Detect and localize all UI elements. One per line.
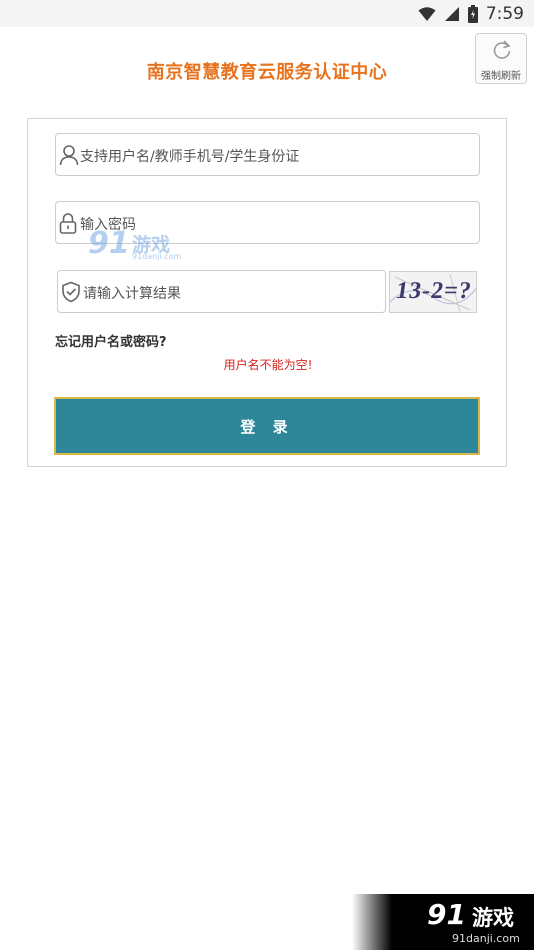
shield-check-icon bbox=[62, 281, 80, 303]
corner-watermark-url: 91danji.com bbox=[452, 932, 520, 945]
watermark-91: 91 bbox=[88, 226, 130, 261]
refresh-icon bbox=[493, 40, 511, 59]
error-message: 用户名不能为空! bbox=[223, 358, 313, 372]
username-input[interactable]: 支持用户名/教师手机号/学生身份证 bbox=[55, 133, 480, 176]
lock-icon bbox=[59, 213, 77, 234]
forgot-password-link[interactable]: 忘记用户名或密码? bbox=[55, 331, 167, 350]
username-placeholder: 支持用户名/教师手机号/学生身份证 bbox=[80, 149, 300, 165]
page-title: 南京智慧教育云服务认证中心 bbox=[146, 62, 388, 83]
login-button[interactable]: 登 录 bbox=[54, 397, 480, 455]
captcha-image[interactable]: 13-2=? bbox=[389, 271, 477, 313]
captcha-input[interactable]: 请输入计算结果 bbox=[57, 270, 386, 313]
corner-watermark-name: 游戏 bbox=[472, 906, 514, 930]
status-bar: 7:59 bbox=[0, 0, 534, 27]
signal-icon bbox=[444, 7, 459, 21]
user-icon bbox=[59, 145, 79, 166]
watermark-logo: 91 游戏 91danji.com bbox=[88, 226, 198, 264]
force-refresh-button[interactable]: 强制刷新 bbox=[475, 33, 527, 84]
battery-icon bbox=[467, 5, 478, 23]
captcha-text: 13-2=? bbox=[394, 278, 474, 304]
corner-watermark-91: 91 bbox=[427, 898, 466, 931]
wifi-icon bbox=[418, 7, 436, 21]
status-time: 7:59 bbox=[485, 4, 524, 24]
status-icons: 7:59 bbox=[418, 3, 524, 25]
watermark-url: 91danji.com bbox=[132, 252, 182, 261]
login-card: 支持用户名/教师手机号/学生身份证 输入密码 请输入计算结果 13-2=? 忘记… bbox=[27, 118, 507, 467]
captcha-placeholder: 请输入计算结果 bbox=[83, 286, 181, 302]
refresh-label: 强制刷新 bbox=[481, 71, 521, 82]
corner-watermark: 91 游戏 91danji.com bbox=[352, 894, 534, 950]
